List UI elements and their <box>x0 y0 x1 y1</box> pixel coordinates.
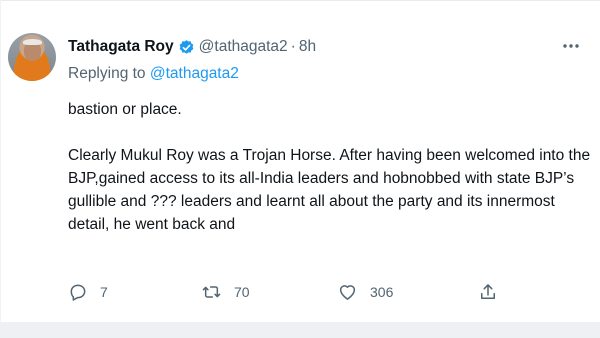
author-avatar[interactable] <box>8 33 56 81</box>
heart-icon <box>337 282 358 302</box>
tweet-timestamp[interactable]: 8h <box>299 38 316 56</box>
tweet-actions: 7 70 306 <box>68 279 508 305</box>
author-name[interactable]: Tathagata Roy <box>68 38 174 56</box>
meta-separator: · <box>290 38 296 55</box>
tweet-text: bastion or place. Clearly Mukul Roy was … <box>68 98 593 236</box>
verified-badge-icon <box>178 39 195 56</box>
author-handle[interactable]: @tathagata2 <box>199 38 288 56</box>
like-button[interactable]: 306 <box>337 279 393 305</box>
retweet-button[interactable]: 70 <box>201 279 250 305</box>
avatar-robe <box>14 61 50 81</box>
share-icon <box>478 282 498 302</box>
tweet-header: Tathagata Roy @tathagata2 · 8h <box>68 36 316 58</box>
replying-prefix: Replying to <box>68 65 146 82</box>
retweet-icon <box>201 282 222 302</box>
more-horizontal-icon[interactable] <box>560 36 582 56</box>
reply-count: 7 <box>100 284 108 300</box>
bottom-separator-strip <box>0 322 600 338</box>
share-button[interactable] <box>478 279 498 305</box>
reply-button[interactable]: 7 <box>68 279 108 305</box>
tweet-text-paragraph: Clearly Mukul Roy was a Trojan Horse. Af… <box>68 147 591 233</box>
tweet[interactable]: Tathagata Roy @tathagata2 · 8h Replying … <box>0 0 600 322</box>
avatar-hair <box>23 39 42 45</box>
replying-mention-link[interactable]: @tathagata2 <box>150 65 239 82</box>
replying-to: Replying to @tathagata2 <box>68 65 239 83</box>
like-count: 306 <box>370 284 394 300</box>
retweet-count: 70 <box>234 284 250 300</box>
reply-bubble-icon <box>68 282 88 302</box>
tweet-text-line1: bastion or place. <box>68 101 182 118</box>
